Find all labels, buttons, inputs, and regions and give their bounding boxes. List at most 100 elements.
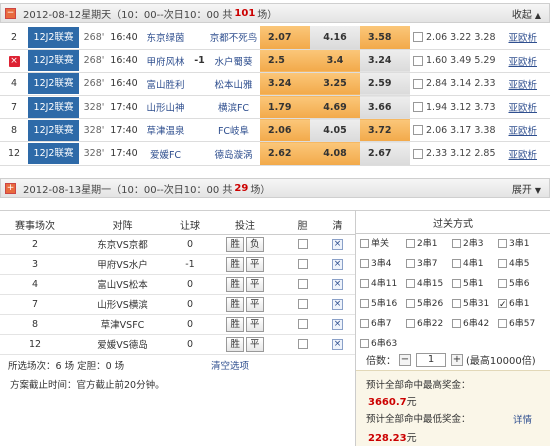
- pass-option[interactable]: 6串63: [360, 336, 406, 353]
- pass-checkbox[interactable]: [406, 259, 415, 268]
- odds-lose[interactable]: 2.59: [360, 72, 410, 97]
- bet-option-button[interactable]: 胜: [226, 276, 244, 292]
- pass-option[interactable]: 6串57: [498, 316, 544, 333]
- analysis-link[interactable]: 亚欧析: [495, 141, 550, 166]
- detail-link[interactable]: 详情: [513, 412, 532, 426]
- odds-win[interactable]: 2.07: [260, 26, 310, 50]
- row-checkbox[interactable]: [413, 32, 423, 43]
- odds-win[interactable]: 2.62: [260, 141, 310, 166]
- pass-checkbox[interactable]: [452, 299, 461, 308]
- row-checkbox[interactable]: [413, 125, 423, 136]
- odds-win[interactable]: 3.24: [260, 72, 310, 97]
- analysis-link[interactable]: 亚欧析: [495, 49, 550, 73]
- pass-option[interactable]: 6串42: [452, 316, 498, 333]
- pass-option[interactable]: 2串3: [452, 236, 498, 253]
- pass-option[interactable]: 5串6: [498, 276, 544, 293]
- pass-checkbox[interactable]: [360, 299, 369, 308]
- pass-checkbox[interactable]: [360, 339, 369, 348]
- pass-checkbox[interactable]: [498, 239, 507, 248]
- pass-checkbox[interactable]: [360, 279, 369, 288]
- pass-option[interactable]: 3串7: [406, 256, 452, 273]
- odds-draw[interactable]: 3.4: [310, 49, 360, 73]
- bet-option-button[interactable]: 胜: [226, 236, 244, 252]
- bet-option-button[interactable]: 胜: [226, 336, 244, 352]
- pass-option[interactable]: 4串11: [360, 276, 406, 293]
- bet-option-button[interactable]: 平: [246, 296, 264, 312]
- league-badge[interactable]: 12J2联赛: [28, 118, 79, 143]
- bet-option-button[interactable]: 负: [246, 236, 264, 252]
- pass-option[interactable]: 5串26: [406, 296, 452, 313]
- pass-checkbox[interactable]: [498, 259, 507, 268]
- pass-checkbox[interactable]: [452, 239, 461, 248]
- odds-lose[interactable]: 3.24: [360, 49, 410, 73]
- pass-checkbox[interactable]: [406, 319, 415, 328]
- analysis-link[interactable]: 亚欧析: [495, 95, 550, 120]
- pass-option[interactable]: 2串1: [406, 236, 452, 253]
- delete-icon[interactable]: ×: [332, 299, 343, 310]
- pass-option[interactable]: 单关: [360, 236, 406, 253]
- bet-option-button[interactable]: 平: [246, 276, 264, 292]
- league-badge[interactable]: 12J2联赛: [28, 26, 79, 50]
- expand-button[interactable]: 展开 ▼: [512, 181, 541, 196]
- banker-checkbox[interactable]: [297, 299, 308, 309]
- row-checkbox[interactable]: [413, 55, 423, 66]
- remove-icon[interactable]: ×: [8, 55, 20, 67]
- odds-lose[interactable]: 3.66: [360, 95, 410, 120]
- odds-win[interactable]: 1.79: [260, 95, 310, 120]
- pass-checkbox[interactable]: [406, 279, 415, 288]
- pass-option[interactable]: 6串1: [498, 296, 544, 314]
- bet-option-button[interactable]: 平: [246, 316, 264, 332]
- pass-checkbox[interactable]: [360, 319, 369, 328]
- pass-checkbox[interactable]: [498, 297, 507, 314]
- pass-option[interactable]: 4串15: [406, 276, 452, 293]
- pass-checkbox[interactable]: [406, 239, 415, 248]
- pass-checkbox[interactable]: [452, 279, 461, 288]
- row-checkbox[interactable]: [413, 148, 423, 159]
- delete-icon[interactable]: ×: [332, 339, 343, 350]
- row-checkbox[interactable]: [413, 102, 423, 113]
- odds-draw[interactable]: 4.16: [310, 26, 360, 50]
- pass-option[interactable]: 3串1: [498, 236, 544, 253]
- odds-draw[interactable]: 3.25: [310, 72, 360, 97]
- pass-option[interactable]: 5串16: [360, 296, 406, 313]
- row-checkbox[interactable]: [413, 78, 423, 89]
- analysis-link[interactable]: 亚欧析: [495, 26, 550, 50]
- bet-option-button[interactable]: 胜: [226, 256, 244, 272]
- pass-option[interactable]: 4串5: [498, 256, 544, 273]
- odds-lose[interactable]: 3.58: [360, 26, 410, 50]
- delete-icon[interactable]: ×: [332, 279, 343, 290]
- pass-option[interactable]: 6串22: [406, 316, 452, 333]
- delete-icon[interactable]: ×: [332, 239, 343, 250]
- pass-checkbox[interactable]: [452, 259, 461, 268]
- bet-option-button[interactable]: 平: [246, 256, 264, 272]
- odds-draw[interactable]: 4.69: [310, 95, 360, 120]
- pass-checkbox[interactable]: [498, 319, 507, 328]
- odds-lose[interactable]: 2.67: [360, 141, 410, 166]
- bet-option-button[interactable]: 胜: [226, 296, 244, 312]
- banker-checkbox[interactable]: [297, 319, 308, 329]
- banker-checkbox[interactable]: [297, 339, 308, 349]
- analysis-link[interactable]: 亚欧析: [495, 72, 550, 97]
- delete-icon[interactable]: ×: [332, 259, 343, 270]
- delete-icon[interactable]: ×: [332, 319, 343, 330]
- plus-button[interactable]: +: [451, 353, 463, 366]
- pass-option[interactable]: 5串1: [452, 276, 498, 293]
- odds-draw[interactable]: 4.08: [310, 141, 360, 166]
- bet-option-button[interactable]: 平: [246, 336, 264, 352]
- bet-option-button[interactable]: 胜: [226, 316, 244, 332]
- clear-options-link[interactable]: 清空选项: [211, 358, 249, 372]
- pass-option[interactable]: 6串7: [360, 316, 406, 333]
- league-badge[interactable]: 12J2联赛: [28, 72, 79, 97]
- odds-win[interactable]: 2.06: [260, 118, 310, 143]
- banker-checkbox[interactable]: [297, 259, 308, 269]
- odds-lose[interactable]: 3.72: [360, 118, 410, 143]
- pass-option[interactable]: 4串1: [452, 256, 498, 273]
- pass-checkbox[interactable]: [452, 319, 461, 328]
- collapse-icon[interactable]: −: [5, 7, 16, 19]
- banker-checkbox[interactable]: [297, 239, 308, 249]
- league-badge[interactable]: 12J2联赛: [28, 141, 79, 166]
- odds-win[interactable]: 2.5: [260, 49, 310, 73]
- analysis-link[interactable]: 亚欧析: [495, 118, 550, 143]
- pass-option[interactable]: 3串4: [360, 256, 406, 273]
- odds-draw[interactable]: 4.05: [310, 118, 360, 143]
